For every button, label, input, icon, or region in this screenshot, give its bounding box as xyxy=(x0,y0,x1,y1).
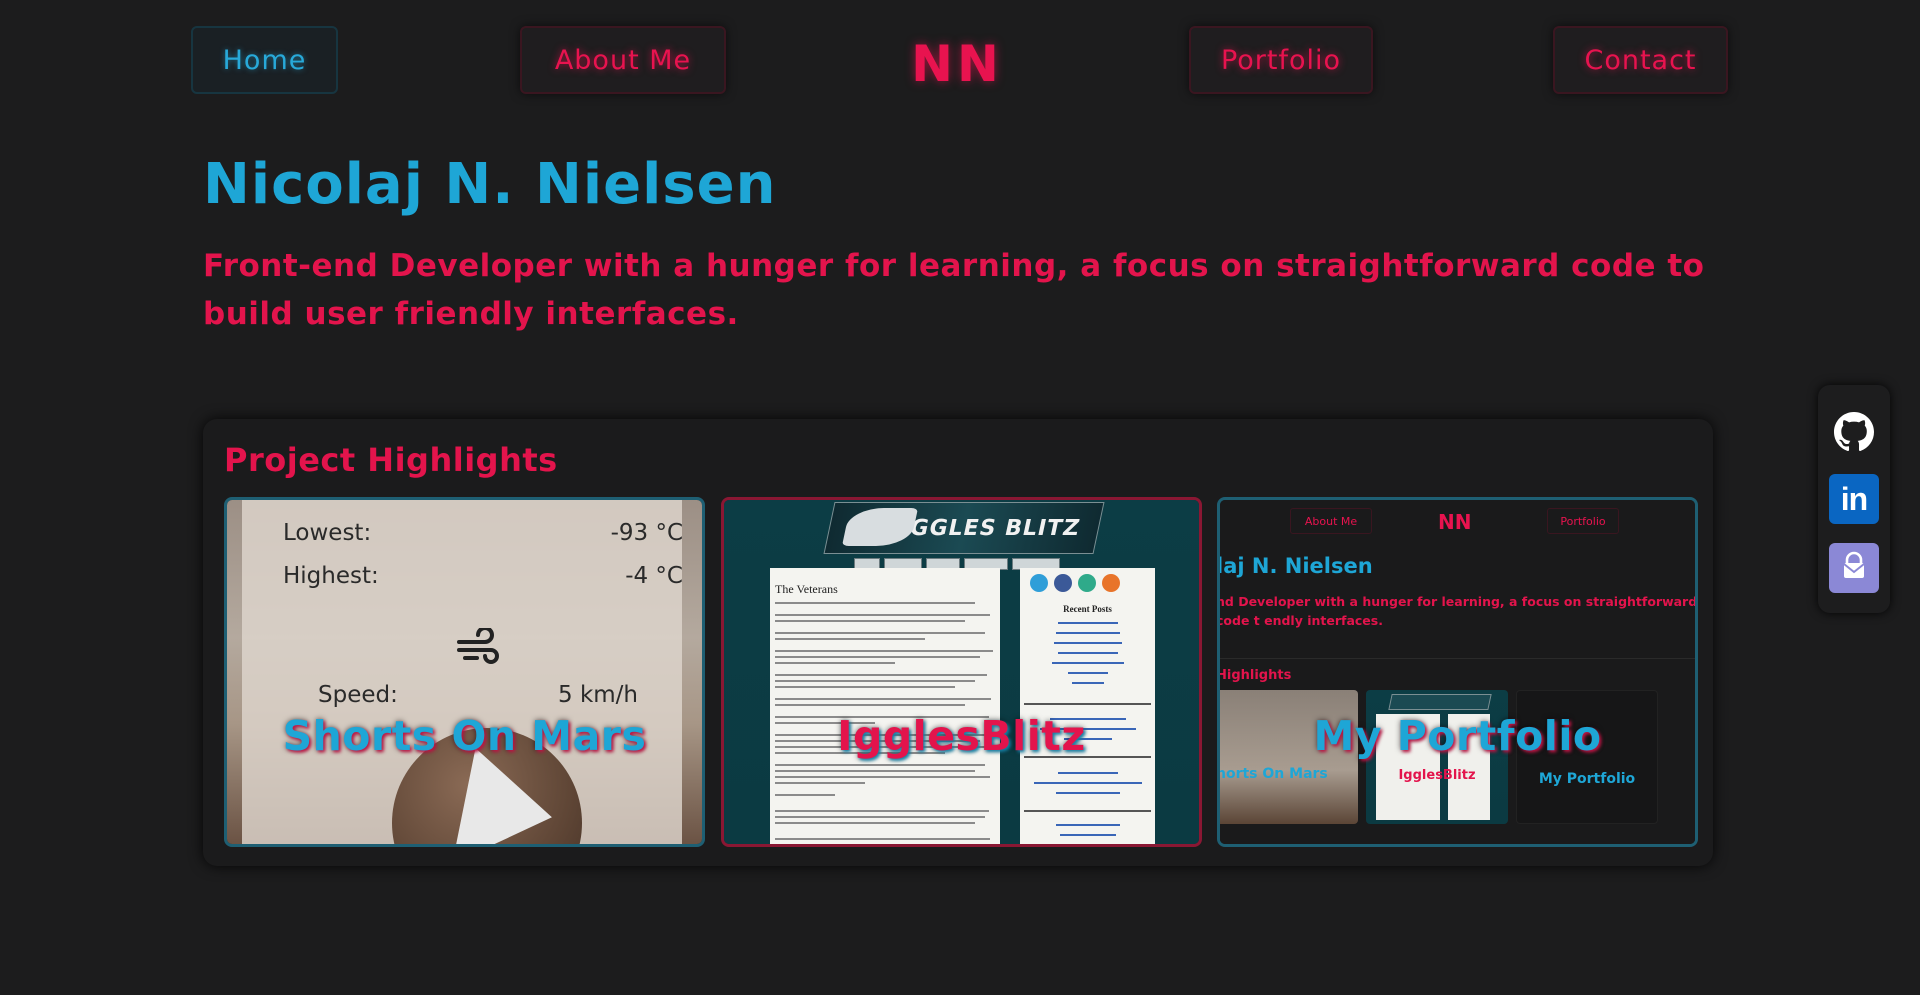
logo[interactable]: NN xyxy=(911,26,1003,102)
mars-row-speed: Speed: 5 km/h xyxy=(318,682,638,708)
wind-icon xyxy=(455,626,501,678)
portfolio-preview-nav-about: About Me xyxy=(1290,508,1372,534)
iggles-sidebar: Recent Posts xyxy=(1020,568,1155,844)
project-card-igglesblitz[interactable]: IGGLES BLITZ The Veterans Recent Posts I… xyxy=(721,497,1202,847)
project-highlights-panel: Project Highlights Lowest: -93 °C Highes… xyxy=(203,419,1713,866)
mars-speed-value: 5 km/h xyxy=(558,682,638,708)
iggles-article-title: The Veterans xyxy=(775,582,838,596)
iggles-sidebar-heading: Recent Posts xyxy=(1063,604,1112,614)
linkedin-link[interactable]: in xyxy=(1829,474,1879,524)
mars-lowest-value: -93 °C xyxy=(610,520,683,546)
nav-about-button[interactable]: About Me xyxy=(520,26,726,94)
github-link[interactable] xyxy=(1829,409,1879,459)
nav-contact-label: Contact xyxy=(1584,44,1697,76)
iggles-article: The Veterans xyxy=(770,568,1000,844)
portfolio-mini-label: My Portfolio xyxy=(1538,771,1636,787)
nav-portfolio-label: Portfolio xyxy=(1220,44,1342,76)
portfolio-preview-title: laj N. Nielsen xyxy=(1217,554,1373,578)
github-icon xyxy=(1834,412,1874,456)
nav-home-label: Home xyxy=(222,44,307,76)
nav-contact-button[interactable]: Contact xyxy=(1553,26,1728,94)
mars-highest-value: -4 °C xyxy=(625,563,683,589)
mars-lowest-label: Lowest: xyxy=(283,520,372,546)
project-card-label: Shorts On Mars xyxy=(282,712,647,760)
project-highlights-heading: Project Highlights xyxy=(224,441,558,479)
logo-text: NN xyxy=(911,35,1003,93)
nav-about-label: About Me xyxy=(554,44,692,76)
top-nav: Home About Me NN Portfolio Contact xyxy=(0,0,1920,120)
portfolio-preview-nav-portfolio-label: Portfolio xyxy=(1560,514,1606,528)
protonmail-icon xyxy=(1838,550,1870,586)
iggles-social-icons xyxy=(1030,574,1120,592)
mars-row-highest: Highest: -4 °C xyxy=(283,563,683,589)
hero-subtitle: Front-end Developer with a hunger for le… xyxy=(203,248,1705,332)
project-card-label: My Portfolio xyxy=(1313,712,1602,760)
portfolio-preview-subtitle: nd Developer with a hunger for learning,… xyxy=(1217,594,1698,628)
project-card-my-portfolio[interactable]: About Me NN Portfolio laj N. Nielsen nd … xyxy=(1217,497,1698,847)
mars-highest-label: Highest: xyxy=(283,563,379,589)
portfolio-preview-nav-portfolio: Portfolio xyxy=(1547,508,1619,534)
iggles-banner-text: IGGLES BLITZ xyxy=(898,515,1083,541)
portfolio-mini-label: IgglesBlitz xyxy=(1398,768,1476,783)
hero-title: Nicolaj N. Nielsen xyxy=(203,152,777,217)
mars-row-lowest: Lowest: -93 °C xyxy=(283,520,683,546)
project-card-label: IgglesBlitz xyxy=(837,712,1086,760)
nav-portfolio-button[interactable]: Portfolio xyxy=(1189,26,1373,94)
mars-preview-panel: Lowest: -93 °C Highest: -4 °C Speed: 5 k… xyxy=(242,500,683,844)
social-sidebar: in xyxy=(1818,385,1890,613)
portfolio-preview-logo: NN xyxy=(1438,510,1472,534)
mars-speed-label: Speed: xyxy=(318,682,398,708)
nav-home-button[interactable]: Home xyxy=(191,26,338,94)
portfolio-mini-label: horts On Mars xyxy=(1217,766,1328,782)
portfolio-preview-nav-about-label: About Me xyxy=(1304,514,1358,528)
project-card-shorts-on-mars[interactable]: Lowest: -93 °C Highest: -4 °C Speed: 5 k… xyxy=(224,497,705,847)
linkedin-icon: in xyxy=(1840,480,1868,517)
portfolio-preview-highlights: Highlights xyxy=(1217,668,1292,683)
protonmail-link[interactable] xyxy=(1829,543,1879,593)
